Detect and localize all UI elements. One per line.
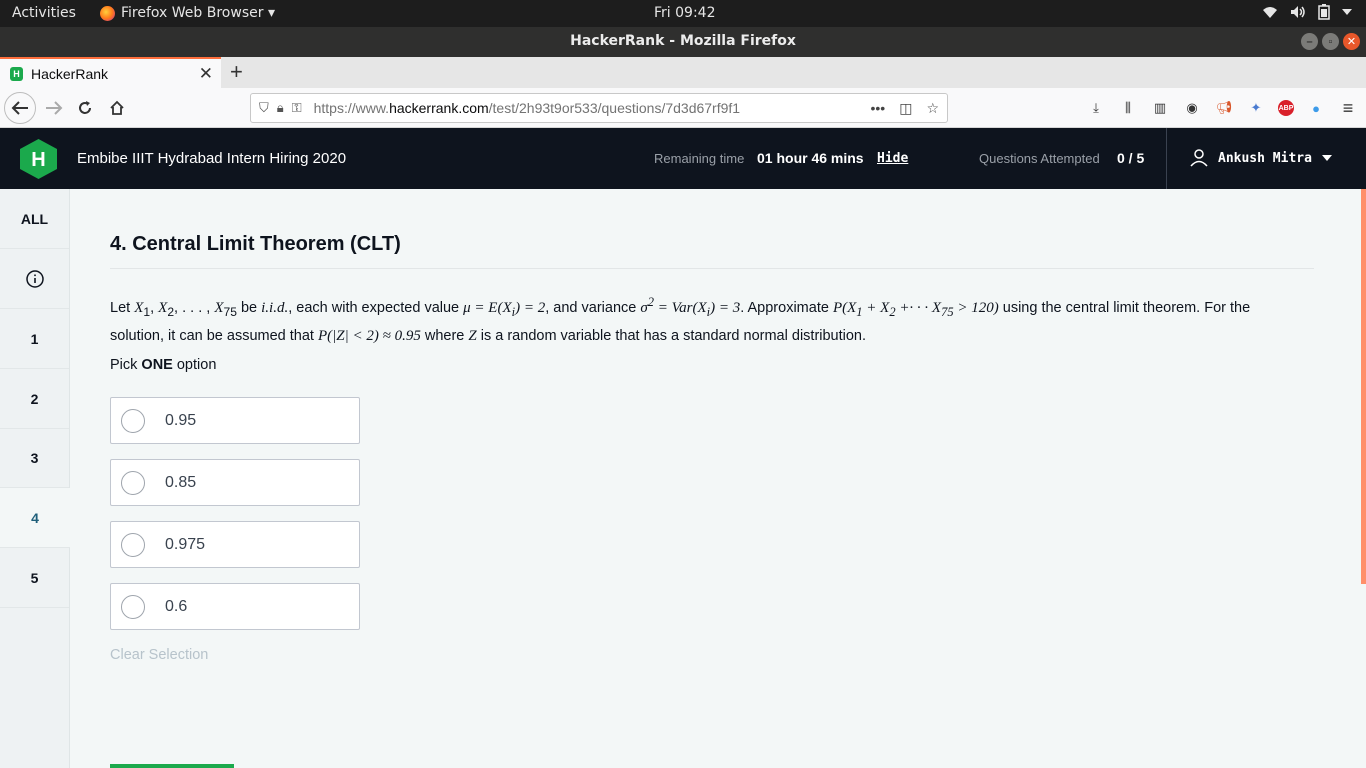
- permissions-icon[interactable]: ⚿: [292, 100, 302, 116]
- submit-button-edge[interactable]: [110, 764, 234, 768]
- sidebar-icon[interactable]: ▥: [1150, 98, 1170, 118]
- window-controls: – ▫ ✕: [1301, 33, 1360, 50]
- option-label: 0.95: [165, 411, 197, 429]
- radio-button[interactable]: [121, 408, 145, 433]
- answer-option-1[interactable]: 0.95: [110, 397, 360, 444]
- navigation-bar: ⛉ 🔒︎ ⚿ https://www.hackerrank.com/test/2…: [0, 88, 1366, 128]
- svg-text:H: H: [31, 149, 45, 171]
- wifi-icon: [1263, 7, 1277, 18]
- sidebar-item-question-1[interactable]: 1: [0, 309, 69, 369]
- url-text[interactable]: https://www.hackerrank.com/test/2h93t9or…: [314, 100, 740, 116]
- clear-selection-link[interactable]: Clear Selection: [110, 647, 208, 663]
- question-text: Let X1, X2, . . . , X75 be i.i.d., each …: [110, 295, 1251, 344]
- hackerrank-header: H Embibe IIIT Hydrabad Intern Hiring 202…: [0, 128, 1366, 189]
- answer-option-3[interactable]: 0.975: [110, 521, 360, 568]
- system-top-bar: Activities Firefox Web Browser ▾ Fri 09:…: [0, 0, 1366, 27]
- tab-title: HackerRank: [31, 65, 109, 82]
- extension-icon[interactable]: ✦: [1246, 98, 1266, 118]
- caret-down-icon: [1321, 154, 1332, 161]
- close-tab-icon[interactable]: ✕: [199, 64, 213, 84]
- clock[interactable]: Fri 09:42: [654, 5, 715, 21]
- extension-drop-icon[interactable]: ●: [1306, 98, 1326, 118]
- user-name: Ankush Mitra: [1218, 150, 1312, 166]
- option-label: 0.85: [165, 473, 197, 491]
- minimize-button[interactable]: –: [1301, 33, 1318, 50]
- arrow-left-icon: [11, 101, 28, 115]
- firefox-icon: [100, 5, 115, 21]
- sidebar-item-question-4[interactable]: 4: [0, 488, 70, 548]
- new-tab-button[interactable]: +: [230, 59, 243, 85]
- header-divider: [1166, 128, 1167, 189]
- more-actions-icon[interactable]: •••: [870, 100, 885, 117]
- bookmark-star-icon[interactable]: ☆: [926, 100, 939, 117]
- forward-button[interactable]: [40, 94, 68, 122]
- system-tray[interactable]: [1262, 4, 1352, 20]
- title-divider: [110, 268, 1314, 269]
- home-button[interactable]: [103, 94, 131, 122]
- maximize-button[interactable]: ▫: [1322, 33, 1339, 50]
- sidebar-item-question-2[interactable]: 2: [0, 369, 69, 429]
- reload-icon: [79, 101, 91, 114]
- window-title: HackerRank - Mozilla Firefox: [0, 27, 1366, 57]
- question-sidebar: ALL 1 2 3 4 5: [0, 189, 70, 768]
- volume-icon: [1291, 6, 1305, 18]
- activities-button[interactable]: Activities: [12, 5, 76, 21]
- user-menu[interactable]: Ankush Mitra: [1190, 149, 1332, 167]
- answer-option-2[interactable]: 0.85: [110, 459, 360, 506]
- tab-strip: H HackerRank ✕ +: [0, 57, 1366, 88]
- app-menu[interactable]: Firefox Web Browser ▾: [100, 5, 275, 21]
- library-icon[interactable]: ⫼: [1118, 98, 1138, 118]
- question-panel: 4. Central Limit Theorem (CLT) Let X1, X…: [70, 189, 1361, 768]
- questions-attempted-label: Questions Attempted: [979, 151, 1100, 166]
- sidebar-item-question-5[interactable]: 5: [0, 548, 69, 608]
- option-label: 0.975: [165, 535, 206, 553]
- toolbar-right: ⤓ ⫼ ▥ ◉ 📢︎ ✦ ABP ● ≡: [1086, 98, 1358, 118]
- pocket-icon[interactable]: ◫: [899, 100, 912, 117]
- lock-icon[interactable]: 🔒︎: [277, 100, 284, 116]
- option-label: 0.6: [165, 597, 188, 615]
- reload-button[interactable]: [71, 94, 99, 122]
- sidebar-item-all[interactable]: ALL: [0, 189, 69, 249]
- user-icon: [1190, 149, 1208, 167]
- question-title: 4. Central Limit Theorem (CLT): [110, 233, 401, 255]
- chevron-down-icon: [1342, 9, 1352, 15]
- radio-button[interactable]: [121, 594, 145, 619]
- arrow-right-icon: [46, 101, 63, 115]
- hackerrank-logo[interactable]: H: [20, 139, 57, 179]
- shield-icon[interactable]: ⛉: [259, 100, 269, 116]
- download-icon[interactable]: ⤓: [1086, 98, 1106, 118]
- info-icon: [25, 269, 44, 288]
- answer-option-4[interactable]: 0.6: [110, 583, 360, 630]
- pick-instruction: Pick ONE option: [110, 357, 217, 373]
- radio-button[interactable]: [121, 532, 145, 557]
- scrollbar-thumb[interactable]: [1361, 189, 1366, 584]
- adblock-plus-icon[interactable]: ABP: [1278, 100, 1294, 116]
- hide-timer-link[interactable]: Hide: [877, 151, 908, 166]
- hackerrank-favicon-icon: H: [10, 66, 23, 81]
- test-title: Embibe IIIT Hydrabad Intern Hiring 2020: [77, 150, 347, 167]
- account-icon[interactable]: ◉: [1182, 98, 1202, 118]
- radio-button[interactable]: [121, 470, 145, 495]
- hamburger-menu-icon[interactable]: ≡: [1338, 98, 1358, 118]
- questions-attempted-value: 0 / 5: [1117, 150, 1145, 166]
- battery-icon: [1318, 4, 1330, 20]
- app-menu-label: Firefox Web Browser ▾: [121, 5, 275, 21]
- megaphone-extension-icon[interactable]: 📢︎: [1214, 98, 1234, 118]
- remaining-time-value: 01 hour 46 mins: [757, 150, 864, 166]
- sidebar-item-question-3[interactable]: 3: [0, 428, 69, 488]
- url-bar[interactable]: ⛉ 🔒︎ ⚿ https://www.hackerrank.com/test/2…: [250, 93, 948, 123]
- sidebar-item-info[interactable]: [0, 249, 69, 309]
- back-button[interactable]: [4, 92, 36, 124]
- tab-hackerrank[interactable]: H HackerRank ✕: [0, 57, 221, 88]
- remaining-time-label: Remaining time: [654, 151, 745, 166]
- close-window-button[interactable]: ✕: [1343, 33, 1360, 50]
- home-icon: [110, 100, 124, 115]
